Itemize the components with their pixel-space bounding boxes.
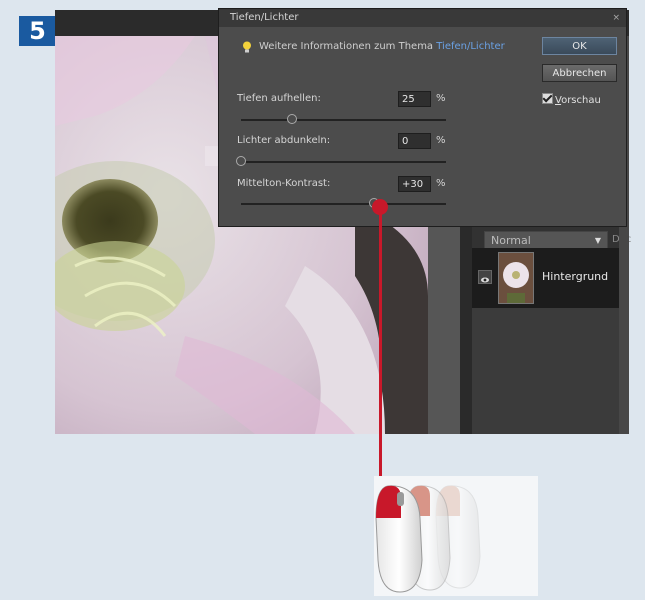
- highlights-label: Lichter abdunkeln:: [237, 135, 331, 146]
- preview-label: orschau: [561, 95, 601, 106]
- mouse-icon: [375, 485, 481, 593]
- dialog-titlebar: Tiefen/Lichter ×: [219, 9, 626, 27]
- layer-name: Hintergrund: [542, 270, 609, 283]
- shadows-slider-track[interactable]: [241, 119, 446, 121]
- shadows-slider-thumb[interactable]: [287, 114, 298, 124]
- blend-mode-select[interactable]: Normal ▼: [484, 231, 608, 249]
- highlights-slider-thumb[interactable]: [236, 156, 246, 166]
- help-info: Weitere Informationen zum Thema Tiefen/L…: [259, 41, 505, 52]
- cancel-button[interactable]: Abbrechen: [542, 64, 617, 82]
- highlights-unit: %: [436, 135, 446, 146]
- help-link[interactable]: Tiefen/Lichter: [436, 41, 504, 52]
- blend-mode-value: Normal: [491, 234, 531, 247]
- eye-icon[interactable]: [478, 270, 492, 284]
- midtone-label: Mittelton-Kontrast:: [237, 178, 331, 189]
- preview-checkbox[interactable]: Vorschau: [542, 93, 601, 106]
- layer-row-background[interactable]: Hintergrund: [472, 248, 619, 308]
- highlights-slider-track[interactable]: [241, 161, 446, 163]
- shadows-label: Tiefen aufhellen:: [237, 93, 321, 104]
- close-icon[interactable]: ×: [612, 9, 620, 27]
- midtone-input[interactable]: +30: [398, 176, 431, 192]
- dialog-title: Tiefen/Lichter: [230, 12, 299, 23]
- midtone-unit: %: [436, 178, 446, 189]
- midtone-slider-track[interactable]: [241, 203, 446, 205]
- shadows-unit: %: [436, 93, 446, 104]
- shadows-highlights-dialog: Tiefen/Lichter × Weitere Informationen z…: [218, 8, 627, 227]
- mouse-drag-illustration: [374, 476, 538, 596]
- help-text: Weitere Informationen zum Thema: [259, 41, 434, 52]
- lightbulb-icon: [243, 41, 251, 53]
- layers-list-empty: [472, 308, 619, 434]
- shadows-input[interactable]: 25: [398, 91, 431, 107]
- layer-thumbnail: [498, 252, 534, 304]
- highlights-input[interactable]: 0: [398, 133, 431, 149]
- step-number-badge: 5: [19, 16, 56, 46]
- callout-dot: [372, 199, 388, 215]
- ok-button[interactable]: OK: [542, 37, 617, 55]
- checkbox-icon: [542, 93, 553, 104]
- callout-line: [379, 205, 382, 495]
